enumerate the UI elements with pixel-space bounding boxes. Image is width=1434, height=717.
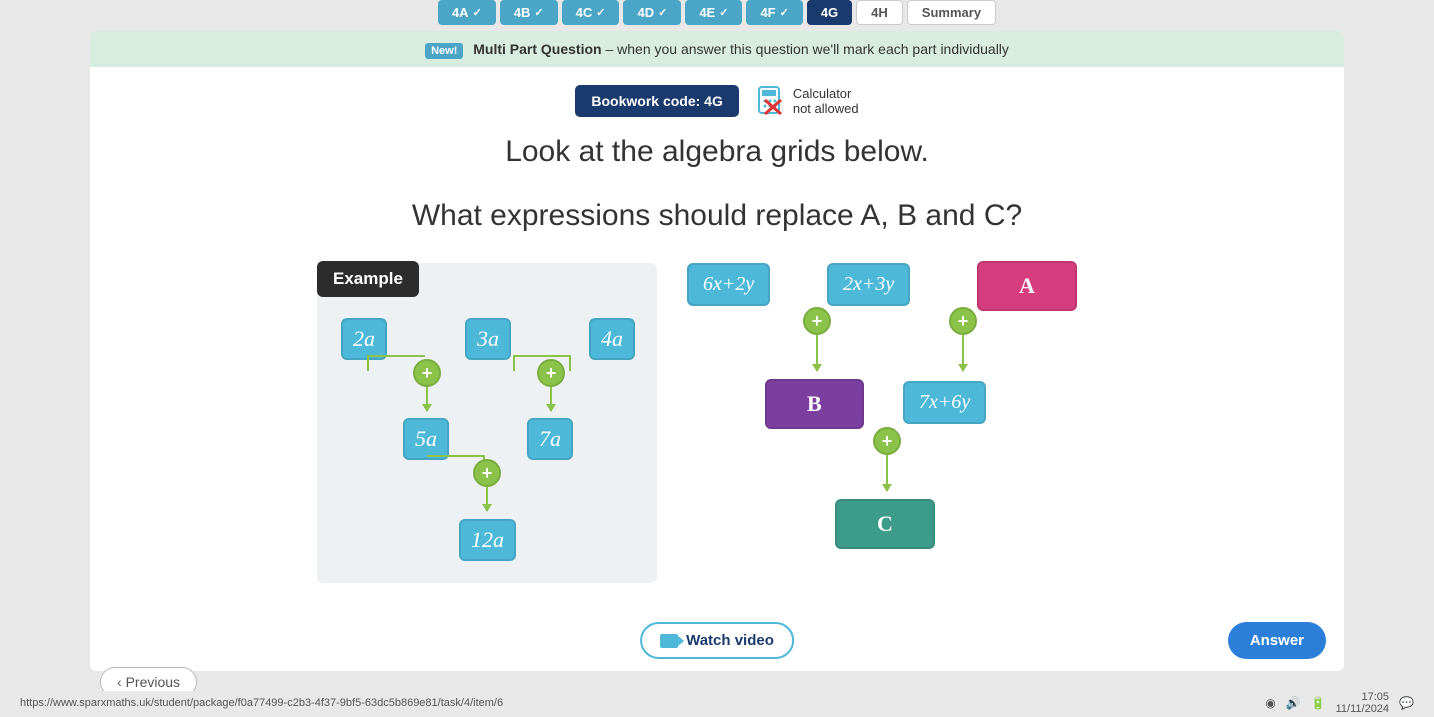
tab-4h[interactable]: 4H	[856, 0, 903, 25]
wifi-icon: ◉	[1265, 696, 1275, 710]
example-grid: Example 2a 3a 4a + + 5a 7a + 12a	[317, 263, 657, 583]
arrow-down-icon	[426, 387, 428, 411]
plus-icon: +	[803, 307, 831, 335]
question-line1: Look at the algebra grids below.	[90, 125, 1344, 189]
tab-4d[interactable]: 4D✓	[623, 0, 681, 25]
arrow-down-icon	[962, 335, 964, 371]
node-2x3y: 2x+3y	[827, 263, 910, 306]
problem-grid: 6x+2y 2x+3y A + + B 7x+6y + C	[697, 263, 1117, 583]
node-b[interactable]: B	[765, 379, 864, 429]
banner-title: Multi Part Question	[473, 41, 601, 57]
bookwork-code: Bookwork code: 4G	[575, 85, 738, 117]
check-icon: ✓	[534, 6, 543, 19]
calc-line2: not allowed	[793, 101, 859, 116]
node-2a: 2a	[341, 318, 387, 360]
node-7a: 7a	[527, 418, 573, 460]
tab-4e[interactable]: 4E✓	[685, 0, 742, 25]
tab-4f[interactable]: 4F✓	[746, 0, 802, 25]
chevron-left-icon: ‹	[117, 674, 126, 690]
node-a[interactable]: A	[977, 261, 1077, 311]
tab-summary[interactable]: Summary	[907, 0, 996, 25]
tab-4g-active[interactable]: 4G	[807, 0, 852, 25]
check-icon: ✓	[596, 6, 605, 19]
example-label: Example	[317, 261, 419, 297]
notification-icon[interactable]: 💬	[1399, 696, 1414, 710]
video-icon	[660, 634, 678, 648]
clock: 17:05 11/11/2024	[1336, 691, 1389, 715]
info-row: Bookwork code: 4G Calculator not allowed	[90, 67, 1344, 125]
node-12a: 12a	[459, 519, 516, 561]
multipart-banner: New! Multi Part Question – when you answ…	[90, 31, 1344, 67]
calculator-notice: Calculator not allowed	[757, 86, 859, 116]
new-badge: New!	[425, 43, 463, 59]
grids-row: Example 2a 3a 4a + + 5a 7a + 12a 6x+2y 2…	[90, 263, 1344, 583]
question-card: New! Multi Part Question – when you answ…	[90, 31, 1344, 671]
check-icon: ✓	[719, 6, 728, 19]
node-3a: 3a	[465, 318, 511, 360]
plus-icon: +	[413, 359, 441, 387]
plus-icon: +	[949, 307, 977, 335]
arrow-down-icon	[486, 487, 488, 511]
node-5a: 5a	[403, 418, 449, 460]
node-4a: 4a	[589, 318, 635, 360]
arrow-down-icon	[886, 455, 888, 491]
banner-text: – when you answer this question we'll ma…	[602, 41, 1009, 57]
plus-icon: +	[537, 359, 565, 387]
answer-button[interactable]: Answer	[1228, 622, 1326, 659]
watch-video-button[interactable]: Watch video	[640, 622, 794, 659]
question-line2: What expressions should replace A, B and…	[90, 189, 1344, 263]
plus-icon: +	[873, 427, 901, 455]
plus-icon: +	[473, 459, 501, 487]
battery-icon: 🔋	[1311, 696, 1326, 710]
check-icon: ✓	[658, 6, 667, 19]
arrow-down-icon	[816, 335, 818, 371]
tab-4b[interactable]: 4B✓	[500, 0, 558, 25]
calc-line1: Calculator	[793, 86, 859, 101]
node-c[interactable]: C	[835, 499, 935, 549]
tab-4a[interactable]: 4A✓	[438, 0, 496, 25]
arrow-down-icon	[550, 387, 552, 411]
node-7x6y: 7x+6y	[903, 381, 986, 424]
task-tabs: 4A✓ 4B✓ 4C✓ 4D✓ 4E✓ 4F✓ 4G 4H Summary	[0, 0, 1434, 31]
calculator-icon	[757, 86, 785, 116]
node-6x2y: 6x+2y	[687, 263, 770, 306]
status-url: https://www.sparxmaths.uk/student/packag…	[20, 697, 503, 709]
sound-icon: 🔊	[1286, 696, 1301, 710]
tab-4c[interactable]: 4C✓	[562, 0, 620, 25]
check-icon: ✓	[780, 6, 789, 19]
status-bar: https://www.sparxmaths.uk/student/packag…	[0, 691, 1434, 715]
check-icon: ✓	[473, 6, 482, 19]
